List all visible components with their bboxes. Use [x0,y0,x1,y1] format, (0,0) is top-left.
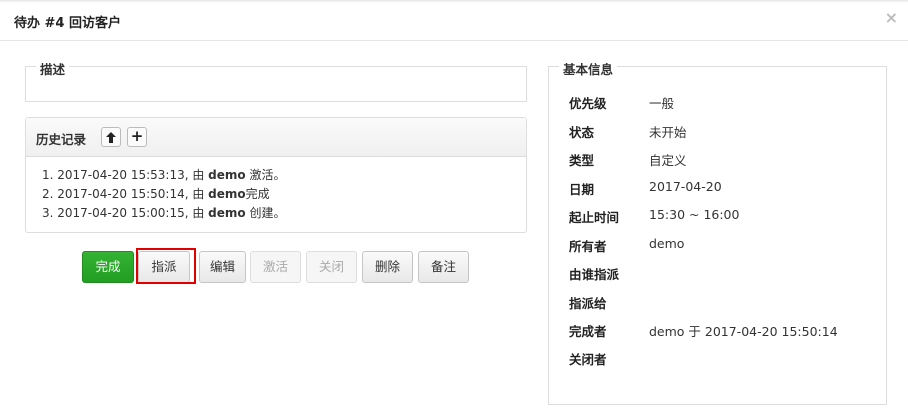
history-entry: 3. 2017-04-20 15:00:15, 由 demo 创建。 [42,204,526,223]
info-label: 类型 [569,153,595,168]
basic-info-section: 基本信息 优先级 一般 状态 未开始 类型 自定义 日期 2017-04-20 … [548,59,887,405]
todo-dialog: 待办 #4 回访客户 × 描述 历史记录 + 1. 2017-04-20 15:… [0,0,908,408]
history-panel: 历史记录 + 1. 2017-04-20 15:53:13, 由 demo 激活… [25,117,527,233]
history-entry-action: 创建。 [245,206,286,220]
history-entry-text: 1. 2017-04-20 15:53:13, 由 [42,168,209,182]
history-entry-text: 3. 2017-04-20 15:00:15, 由 [42,206,209,220]
info-value: 一般 [649,96,675,111]
history-list: 1. 2017-04-20 15:53:13, 由 demo 激活。 2. 20… [26,157,526,223]
close-todo-button: 关闭 [306,251,357,283]
info-label: 日期 [569,182,595,197]
history-entry-user: demo [208,168,246,182]
assign-highlight-box [136,248,196,284]
plus-icon: + [130,127,144,145]
close-icon[interactable]: × [885,8,898,28]
info-label: 完成者 [569,324,607,339]
info-label: 由谁指派 [569,267,620,282]
delete-button[interactable]: 删除 [362,251,413,283]
info-label: 指派给 [569,296,607,311]
info-label: 状态 [569,125,595,140]
info-value: 未开始 [649,125,687,140]
history-entry-user: demo [208,206,246,220]
edit-button[interactable]: 编辑 [199,251,246,283]
info-value: 自定义 [649,153,687,168]
info-value: demo 于 2017-04-20 15:50:14 [649,324,838,339]
history-entry-text: 2. 2017-04-20 15:50:14, 由 [42,187,209,201]
history-entry: 1. 2017-04-20 15:53:13, 由 demo 激活。 [42,166,526,185]
description-text [26,67,526,87]
description-section: 描述 [25,59,527,102]
description-legend: 描述 [36,59,70,78]
history-entry-action: 激活。 [245,168,286,182]
info-value: 15:30 ~ 16:00 [649,207,740,222]
activate-button: 激活 [250,251,301,283]
info-label: 优先级 [569,96,607,111]
dialog-title: 待办 #4 回访客户 [14,16,121,31]
history-expand-button[interactable]: + [127,127,147,147]
history-entry: 2. 2017-04-20 15:50:14, 由 demo完成 [42,185,526,204]
finish-button[interactable]: 完成 [82,251,134,283]
info-label: 所有者 [569,239,607,254]
history-title: 历史记录 [36,132,87,147]
arrow-up-icon [106,132,116,143]
info-value: demo [649,236,685,251]
dialog-header: 待办 #4 回访客户 × [0,0,908,41]
info-label: 关闭者 [569,352,607,367]
history-entry-user: demo [208,187,246,201]
history-sort-button[interactable] [101,127,121,147]
info-label: 起止时间 [569,210,620,225]
comment-button[interactable]: 备注 [418,251,469,283]
basic-info-legend: 基本信息 [559,59,618,78]
history-header: 历史记录 + [26,118,526,157]
history-entry-action: 完成 [245,187,270,201]
info-value: 2017-04-20 [649,179,722,194]
